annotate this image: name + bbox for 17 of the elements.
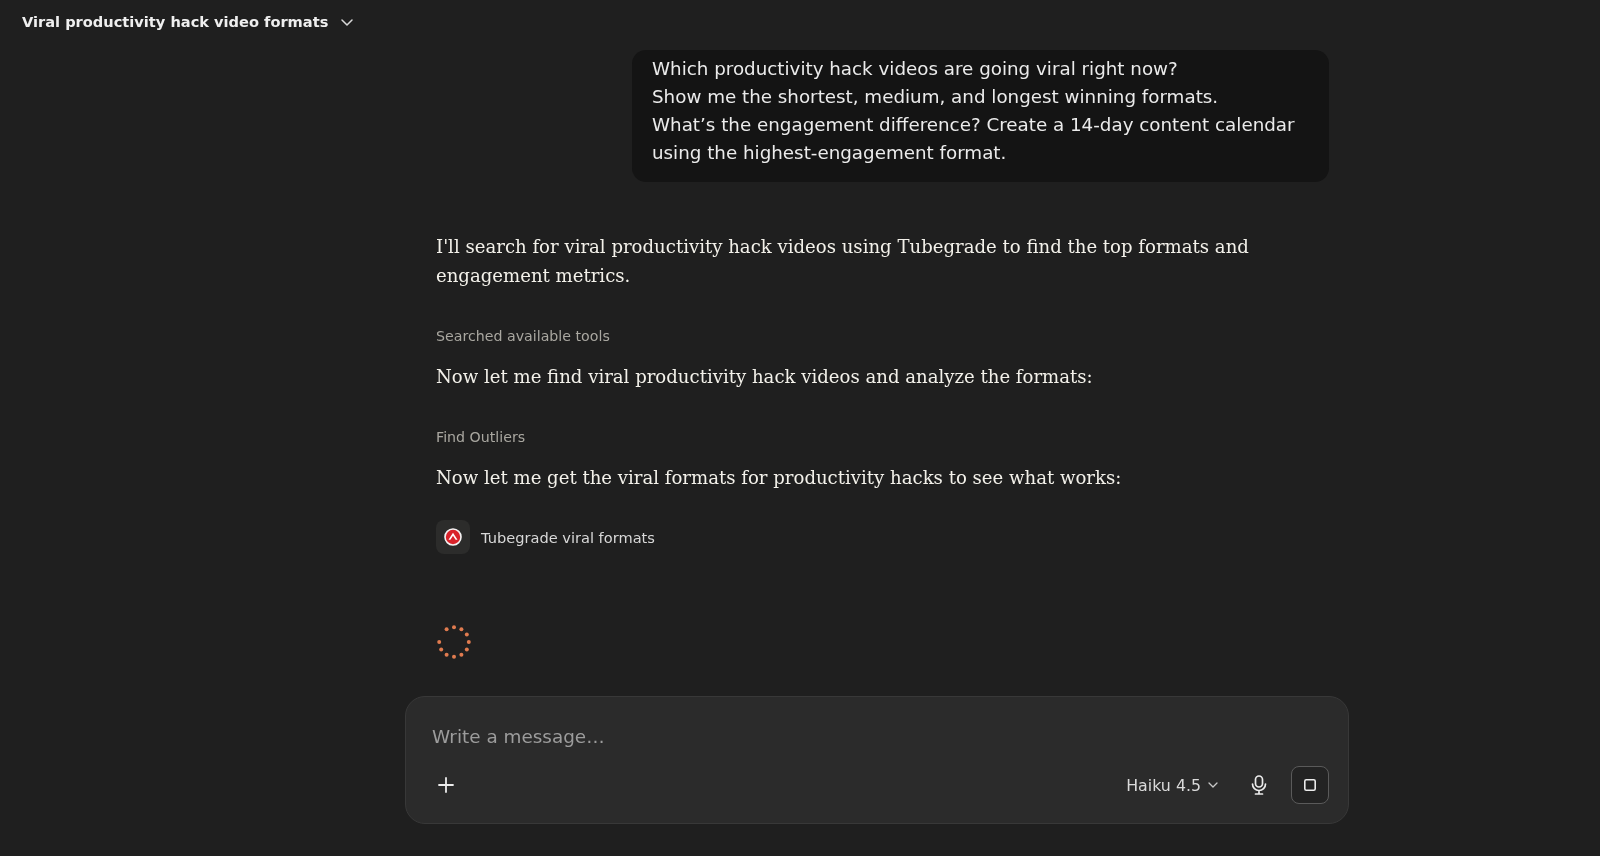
- microphone-icon: [1251, 775, 1267, 795]
- chevron-down-icon: [341, 19, 354, 26]
- stop-icon: [1304, 779, 1316, 791]
- stop-button[interactable]: [1291, 766, 1329, 804]
- tool-step-button[interactable]: Searched available tools: [436, 325, 610, 347]
- chat-title-button[interactable]: Viral productivity hack video formats: [22, 12, 354, 32]
- chevron-badge-icon: [436, 520, 470, 554]
- tool-call-button[interactable]: Tubegrade viral formats: [436, 520, 655, 554]
- message-input[interactable]: Write a message…: [432, 723, 1329, 749]
- user-message: Which productivity hack videos are going viral right now? Show me the shortest, medium, and longest winning formats. What’s the engagement difference? Create a 14-day content calendar using the highest-engagement format.: [632, 50, 1329, 182]
- plus-icon: [438, 777, 454, 793]
- model-selector-button[interactable]: Haiku 4.5: [1126, 775, 1218, 795]
- chevron-down-icon: [1208, 782, 1218, 788]
- assistant-text: Now let me find viral productivity hack videos and analyze the formats:: [436, 365, 1094, 389]
- assistant-text: I'll search for viral productivity hack videos using Tubegrade to find the top formats and engagement metrics.: [436, 235, 1250, 288]
- tool-step-button[interactable]: Find Outliers: [436, 426, 526, 448]
- assistant-text: Now let me get the viral formats for productivity hacks to see what works:: [436, 466, 1123, 490]
